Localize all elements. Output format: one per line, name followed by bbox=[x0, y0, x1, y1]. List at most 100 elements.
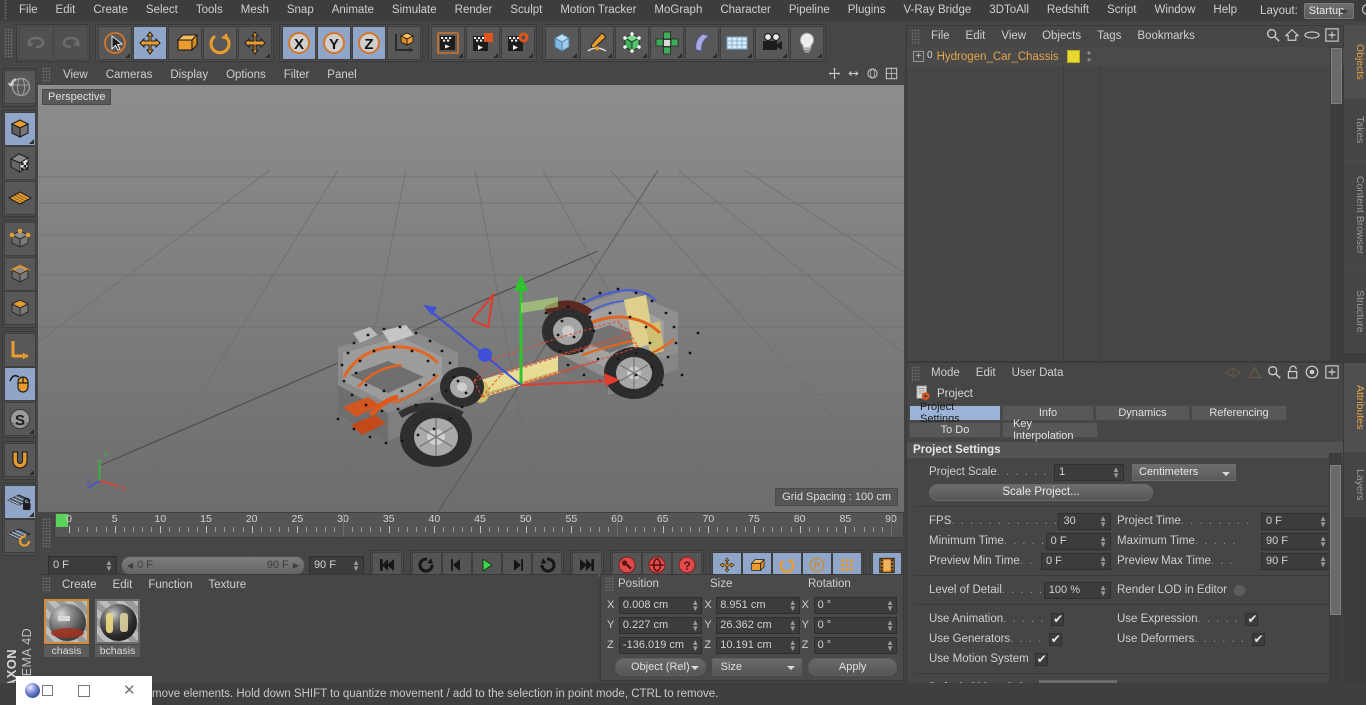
world-coordinate-icon[interactable] bbox=[386, 26, 421, 60]
use-motion-system-checkbox[interactable] bbox=[1034, 652, 1048, 666]
spinner-icon[interactable]: ▲ ▼ bbox=[1112, 465, 1120, 479]
workplane-icon[interactable] bbox=[4, 180, 36, 215]
menu-item-help[interactable]: Help bbox=[1204, 0, 1246, 21]
rotation-z-field[interactable]: 0 ° ▲ ▼ bbox=[813, 636, 897, 654]
position-z-field[interactable]: -136.019 cm ▲ ▼ bbox=[618, 636, 703, 654]
coordinate-grip[interactable] bbox=[605, 577, 614, 591]
spline-pen-icon[interactable] bbox=[579, 26, 614, 60]
size-y-field[interactable]: 26.362 cm ▲ ▼ bbox=[716, 616, 800, 634]
spinner-icon[interactable]: ▲ ▼ bbox=[352, 558, 360, 572]
viewport-pan-icon[interactable] bbox=[828, 67, 841, 83]
project-time-field[interactable]: 0 F ▲ ▼ bbox=[1261, 512, 1331, 530]
light-bulb-icon[interactable] bbox=[789, 26, 824, 60]
cube-primitive-icon[interactable] bbox=[544, 26, 579, 60]
tab-key-interpolation[interactable]: Key Interpolation bbox=[1002, 418, 1098, 442]
menu-item-mesh[interactable]: Mesh bbox=[232, 0, 278, 21]
menu-item-edit[interactable]: Edit bbox=[47, 0, 85, 21]
attribute-menu-user-data[interactable]: User Data bbox=[1004, 363, 1072, 384]
spinner-icon[interactable]: ▲ ▼ bbox=[1099, 583, 1107, 597]
size-mode-dropdown[interactable]: Size bbox=[711, 658, 803, 676]
spinner-icon[interactable]: ▲ ▼ bbox=[105, 558, 113, 572]
edges-mode-icon[interactable] bbox=[4, 256, 36, 291]
material-item-bchasis[interactable]: bchasis bbox=[95, 599, 140, 657]
spinner-icon[interactable]: ▲ ▼ bbox=[789, 618, 797, 632]
use-generators-checkbox[interactable] bbox=[1048, 632, 1062, 646]
use-expression-checkbox[interactable] bbox=[1245, 612, 1259, 626]
eye-icon[interactable] bbox=[1304, 30, 1320, 43]
spinner-icon[interactable]: ▲ ▼ bbox=[1319, 514, 1327, 528]
rotate-icon[interactable] bbox=[202, 26, 237, 60]
timeline-ruler[interactable]: 051015202530354045505560657075808590 bbox=[54, 512, 904, 538]
preview-range-bar[interactable]: ◀ 0 F 90 F ▶ bbox=[120, 555, 305, 575]
vtab-content-browser[interactable]: Content Browser bbox=[1344, 161, 1366, 271]
attribute-menu-mode[interactable]: Mode bbox=[923, 363, 968, 384]
material-grip[interactable] bbox=[42, 577, 51, 593]
z-axis-icon[interactable]: Z bbox=[351, 26, 386, 60]
vtab-objects[interactable]: Objects bbox=[1344, 25, 1366, 99]
car-chassis-model[interactable] bbox=[38, 85, 904, 512]
lock-icon[interactable] bbox=[1287, 365, 1299, 382]
taskbar-maximize-button[interactable] bbox=[61, 676, 106, 705]
menu-item-plugins[interactable]: Plugins bbox=[839, 0, 895, 21]
spinner-icon[interactable]: ▲ ▼ bbox=[789, 638, 797, 652]
expand-icon[interactable] bbox=[1325, 365, 1339, 382]
spinner-icon[interactable]: ▲ ▼ bbox=[1099, 514, 1107, 528]
scrollbar-thumb[interactable] bbox=[1331, 48, 1342, 104]
tab-dynamics[interactable]: Dynamics bbox=[1095, 405, 1190, 421]
viewport-canvas[interactable]: Perspective Grid Spacing : 100 cm Y Z X bbox=[38, 85, 904, 512]
object-manager-scrollbar[interactable] bbox=[1330, 47, 1343, 363]
spinner-icon[interactable]: ▲ ▼ bbox=[691, 638, 699, 652]
polygons-mode-icon[interactable] bbox=[4, 291, 36, 325]
material-menu-function[interactable]: Function bbox=[140, 575, 200, 595]
spinner-icon[interactable]: ▲ ▼ bbox=[1099, 534, 1107, 548]
spinner-icon[interactable]: ▲ ▼ bbox=[691, 618, 699, 632]
menu-item-sculpt[interactable]: Sculpt bbox=[501, 0, 551, 21]
model-mode-icon[interactable] bbox=[4, 111, 36, 146]
scrollbar-thumb[interactable] bbox=[1330, 465, 1341, 615]
redo-icon[interactable] bbox=[53, 26, 88, 60]
planar-workplane-icon[interactable] bbox=[4, 519, 36, 553]
target-icon[interactable] bbox=[1305, 365, 1319, 382]
menu-item-mograph[interactable]: MoGraph bbox=[645, 0, 711, 21]
render-region-icon[interactable] bbox=[465, 26, 500, 60]
object-menu-file[interactable]: File bbox=[923, 26, 958, 47]
spinner-icon[interactable]: ▲ ▼ bbox=[1319, 534, 1327, 548]
range-left-arrow-icon[interactable]: ◀ bbox=[127, 561, 133, 570]
attribute-menu-edit[interactable]: Edit bbox=[968, 363, 1004, 384]
viewport-zoom-icon[interactable] bbox=[847, 67, 860, 83]
viewport-grip[interactable] bbox=[42, 67, 51, 83]
tab-to-do[interactable]: To Do bbox=[909, 422, 1001, 438]
object-tree[interactable]: + 0 Hydrogen_Car_Chassis bbox=[907, 47, 1345, 363]
menu-item-tools[interactable]: Tools bbox=[187, 0, 232, 21]
generator-icon[interactable] bbox=[614, 26, 649, 60]
coordinate-mode-dropdown[interactable]: Object (Rel) bbox=[615, 658, 706, 676]
object-tag-swatch[interactable] bbox=[1067, 50, 1080, 63]
layout-select[interactable]: Startup bbox=[1303, 2, 1354, 19]
menu-item-animate[interactable]: Animate bbox=[323, 0, 383, 21]
y-axis-icon[interactable]: Y bbox=[316, 26, 351, 60]
material-item-chasis[interactable]: chasis bbox=[44, 599, 89, 657]
viewport-maximize-icon[interactable] bbox=[885, 67, 898, 83]
vtab-takes[interactable]: Takes bbox=[1344, 99, 1366, 161]
taskbar-c4d-app-icon[interactable] bbox=[16, 676, 61, 705]
use-animation-checkbox[interactable] bbox=[1051, 612, 1065, 626]
menu-item-select[interactable]: Select bbox=[137, 0, 187, 21]
preview-min-time-field[interactable]: 0 F ▲ ▼ bbox=[1041, 552, 1111, 570]
scene-grid-icon[interactable] bbox=[719, 26, 754, 60]
material-swatch[interactable] bbox=[95, 599, 140, 644]
search-icon[interactable] bbox=[1360, 2, 1366, 20]
attribute-manager-grip[interactable] bbox=[911, 365, 920, 382]
timeline-grip[interactable] bbox=[42, 518, 51, 548]
history-back-icon[interactable] bbox=[1224, 366, 1242, 382]
menu-item-3dtoall[interactable]: 3DToAll bbox=[980, 0, 1038, 21]
scale-icon[interactable] bbox=[167, 26, 202, 60]
menu-item-simulate[interactable]: Simulate bbox=[383, 0, 446, 21]
menu-item-script[interactable]: Script bbox=[1098, 0, 1145, 21]
viewport-menu-panel[interactable]: Panel bbox=[318, 65, 365, 85]
search-icon[interactable] bbox=[1267, 365, 1281, 382]
search-icon[interactable] bbox=[1266, 28, 1280, 45]
fps-field[interactable]: 30 ▲ ▼ bbox=[1058, 512, 1111, 530]
object-menu-objects[interactable]: Objects bbox=[1034, 26, 1089, 47]
spinner-icon[interactable]: ▲ ▼ bbox=[886, 618, 894, 632]
viewport-menu-cameras[interactable]: Cameras bbox=[97, 65, 162, 85]
